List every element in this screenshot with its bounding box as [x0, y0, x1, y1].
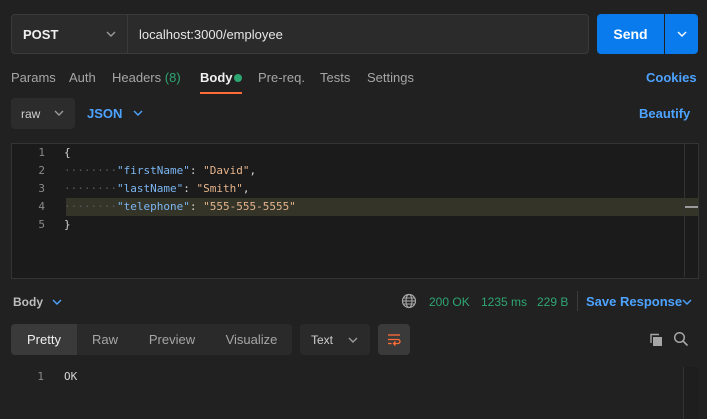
code-line: ········"telephone": "555-555-5555" [64, 198, 296, 216]
code-line: } [64, 216, 71, 234]
tab-raw[interactable]: Raw [77, 324, 133, 355]
scrollbar-cursor-marker [685, 206, 698, 208]
active-tab-underline [200, 92, 242, 94]
url-input[interactable]: localhost:3000/employee [127, 14, 589, 54]
tab-body[interactable]: Body [200, 70, 233, 86]
chevron-down-icon [348, 337, 358, 343]
indent-guide: ········ [64, 164, 117, 177]
colon: : [189, 200, 204, 213]
tab-settings[interactable]: Settings [367, 70, 414, 86]
json-key: "lastName" [116, 182, 184, 195]
response-body-text: OK [64, 370, 78, 383]
comma: , [249, 164, 257, 177]
tab-params[interactable]: Params [11, 70, 56, 86]
tab-headers-label: Headers [112, 70, 162, 85]
code-line: ········"firstName": "David", [64, 162, 256, 180]
colon: : [189, 164, 204, 177]
method-select[interactable]: POST [11, 14, 127, 54]
response-size[interactable]: 229 B [537, 295, 568, 309]
colon: : [183, 182, 197, 195]
code-line: { [64, 144, 71, 162]
close-brace: } [64, 218, 71, 231]
chevron-down-icon[interactable] [51, 296, 63, 308]
editor-scrollbar[interactable] [684, 144, 698, 277]
body-mode-select[interactable]: raw [11, 98, 75, 129]
wrap-lines-icon [388, 333, 401, 346]
body-mode-value: raw [21, 106, 41, 121]
line-number: 1 [38, 146, 45, 159]
line-number: 1 [37, 370, 44, 383]
line-number: 2 [38, 164, 45, 177]
tab-preview[interactable]: Preview [133, 324, 211, 355]
save-response-button[interactable]: Save Response [586, 294, 682, 309]
headers-count: (8) [164, 70, 181, 85]
json-key: "telephone" [116, 200, 190, 213]
wrap-lines-button[interactable] [378, 324, 410, 355]
chevron-down-icon [106, 31, 116, 37]
json-value: "555-555-5555" [203, 200, 296, 213]
chevron-down-icon[interactable] [681, 296, 693, 308]
line-number: 5 [38, 218, 45, 231]
response-time[interactable]: 1235 ms [481, 295, 527, 309]
chevron-down-icon[interactable] [132, 107, 144, 119]
line-number: 4 [38, 200, 45, 213]
indent-guide: ········ [64, 182, 117, 195]
cookies-link[interactable]: Cookies [646, 70, 697, 85]
globe-icon[interactable] [401, 293, 417, 309]
copy-icon[interactable] [648, 332, 664, 348]
send-button[interactable]: Send [597, 14, 664, 54]
tab-pre-request[interactable]: Pre-req. [258, 70, 305, 86]
line-number: 3 [38, 182, 45, 195]
send-options-button[interactable] [665, 14, 698, 54]
json-value: "Smith" [196, 182, 243, 195]
indent-guide: ········ [64, 200, 117, 213]
tab-pretty[interactable]: Pretty [11, 324, 77, 355]
response-scrollbar[interactable] [683, 367, 699, 419]
method-label: POST [23, 26, 59, 42]
response-body-select[interactable]: Body [13, 295, 43, 309]
tab-auth[interactable]: Auth [69, 70, 96, 86]
body-indicator-dot [234, 74, 242, 82]
response-format-select[interactable]: Text [300, 324, 370, 355]
tab-tests[interactable]: Tests [320, 70, 350, 86]
json-key: "firstName" [116, 164, 190, 177]
tab-visualize[interactable]: Visualize [211, 324, 292, 355]
status-code[interactable]: 200 OK [429, 295, 470, 309]
response-format-value: Text [311, 332, 334, 347]
json-value: "David" [203, 164, 250, 177]
body-format-select[interactable]: JSON [87, 106, 122, 121]
divider [577, 291, 578, 311]
comma: , [242, 182, 250, 195]
open-brace: { [64, 146, 71, 159]
url-value: localhost:3000/employee [139, 26, 283, 42]
code-line: ········"lastName": "Smith", [64, 180, 249, 198]
chevron-down-icon [54, 110, 64, 116]
tab-headers[interactable]: Headers (8) [112, 70, 181, 86]
chevron-down-icon [677, 31, 686, 37]
search-icon[interactable] [673, 331, 689, 347]
beautify-button[interactable]: Beautify [639, 106, 690, 121]
